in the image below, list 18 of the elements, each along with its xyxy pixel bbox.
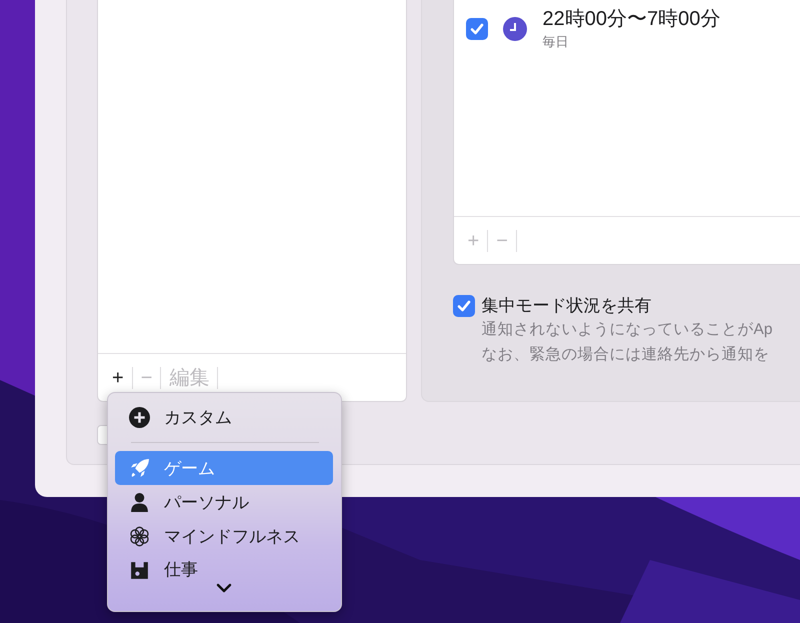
share-status-label: 集中モード状況を共有 (482, 295, 653, 317)
menu-item[interactable]: パーソナル (115, 485, 333, 519)
chevron-down-icon (216, 583, 232, 593)
checkbox[interactable] (466, 18, 488, 40)
description-text: 通知されないようになっていることがAp (482, 320, 772, 340)
schedule-time: 22時00分〜7時00分 (542, 7, 720, 32)
flower-icon (129, 526, 150, 546)
schedule-repeat: 毎日 (542, 33, 570, 51)
description-text: なお、緊急の場合には連絡先から通知を (482, 345, 771, 365)
menu-item[interactable]: マインドフルネス (115, 519, 333, 553)
rocket-icon (129, 458, 150, 478)
clock-icon (502, 17, 527, 41)
toolbar-button[interactable]: + (104, 366, 132, 390)
menu-item[interactable]: カスタム (115, 400, 333, 434)
menu-item[interactable]: 仕事 (115, 553, 333, 581)
person-icon (129, 492, 150, 512)
checkbox[interactable] (452, 295, 475, 317)
add-icon (129, 406, 150, 428)
